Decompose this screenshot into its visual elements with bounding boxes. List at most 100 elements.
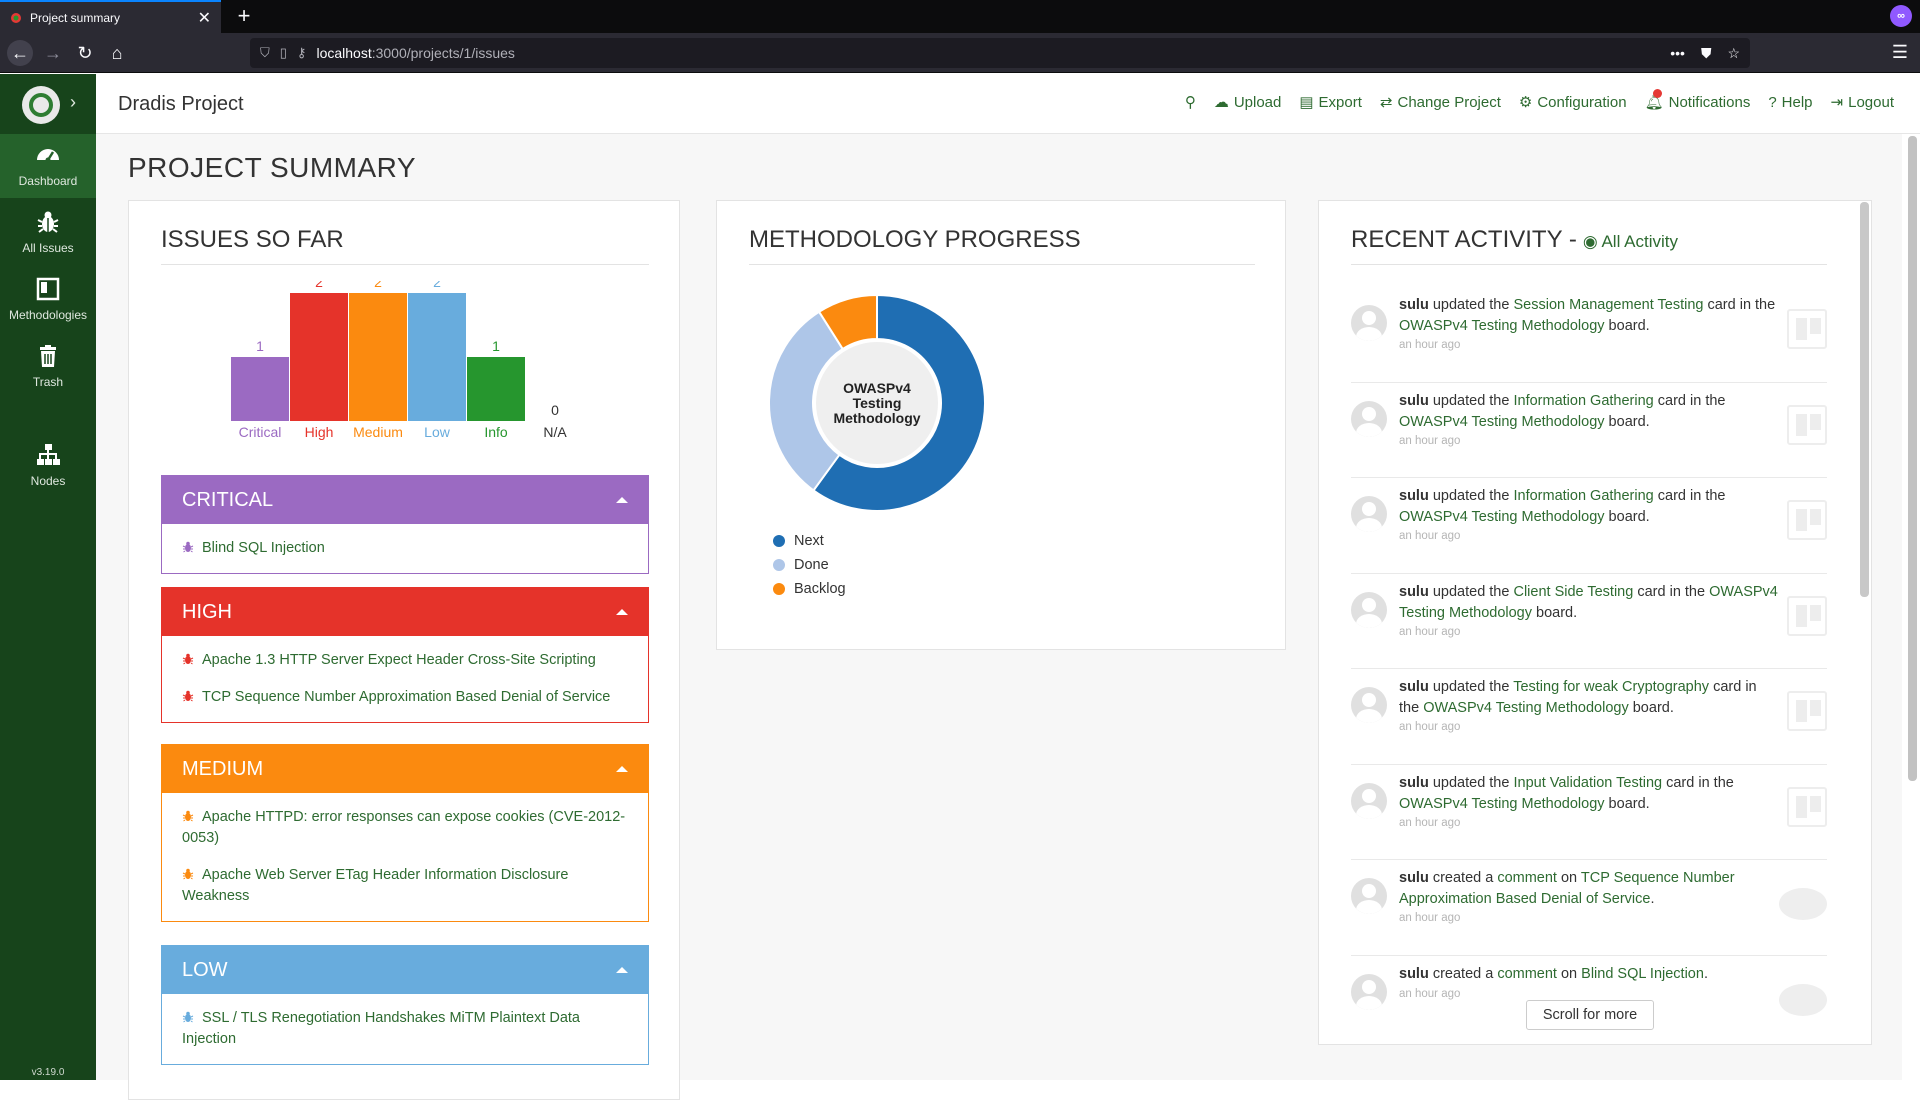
back-button[interactable]: ← [7,40,33,66]
forward-button[interactable]: → [40,40,66,66]
activity-item: sulu updated the Information Gathering c… [1351,383,1827,478]
activity-link[interactable]: OWASPv4 Testing Methodology [1399,414,1605,430]
change-project-link[interactable]: ⇄ Change Project [1380,93,1501,112]
more-actions-icon[interactable]: ••• [1670,45,1685,62]
activity-time: an hour ago [1399,530,1461,542]
sidebar-item-trash[interactable]: Trash [0,335,96,399]
scroll-for-more-button[interactable]: Scroll for more [1526,1000,1654,1030]
sidebar-item-nodes[interactable]: Nodes [0,434,96,498]
activity-link[interactable]: OWASPv4 Testing Methodology [1399,796,1605,812]
high-header[interactable]: HIGH [162,588,648,636]
issue-link[interactable]: Apache 1.3 HTTP Server Expect Header Cro… [182,642,628,679]
project-title: Dradis Project [118,93,244,115]
sidebar-item-all-issues[interactable]: All Issues [0,201,96,265]
help-link[interactable]: ? Help [1768,93,1812,111]
donut-center-label: Testing [853,395,902,411]
chevron-right-icon[interactable]: › [70,92,76,113]
low-header[interactable]: LOW [162,946,648,994]
activity-user: sulu [1399,679,1429,695]
activity-link[interactable]: Blind SQL Injection [1581,966,1704,982]
trash-icon [40,345,56,367]
activity-link[interactable]: OWASPv4 Testing Methodology [1423,700,1629,716]
issue-link[interactable]: Blind SQL Injection [182,530,628,567]
bar-critical[interactable] [231,357,289,421]
activity-link[interactable]: Client Side Testing [1513,584,1633,600]
rss-icon: ◉ [1582,232,1598,251]
issue-link[interactable]: SSL / TLS Renegotiation Handshakes MiTM … [182,1000,628,1058]
activity-link[interactable]: Testing for weak Cryptography [1513,679,1709,695]
activity-scrollbar[interactable] [1860,202,1869,597]
url-bar[interactable]: ⛉ ▯ ⚷ localhost:3000/projects/1/issues •… [250,38,1750,68]
activity-link[interactable]: comment [1497,870,1557,886]
dradis-logo[interactable] [22,86,60,124]
legend-item[interactable]: Next [773,529,846,553]
change-project-label: Change Project [1397,93,1501,111]
activity-link[interactable]: Input Validation Testing [1513,775,1662,791]
extension-icon[interactable]: ∞ [1890,5,1912,27]
activity-text: sulu created a comment on TCP Sequence N… [1399,868,1779,910]
activity-user: sulu [1399,583,1429,600]
avatar [1351,782,1387,819]
caret-up-icon[interactable] [616,766,628,772]
recent-activity-title: RECENT ACTIVITY - ◉ All Activity [1351,226,1827,265]
activity-verb: updated the [1428,774,1514,791]
all-activity-link[interactable]: ◉ All Activity [1583,232,1678,252]
critical-header[interactable]: CRITICAL [162,476,648,524]
reload-button[interactable]: ↻ [72,40,98,66]
medium-header[interactable]: MEDIUM [162,745,648,793]
activity-text: sulu updated the Input Validation Testin… [1399,773,1779,815]
bug-icon [182,810,194,822]
activity-link[interactable]: Information Gathering [1513,393,1653,409]
bug-icon [182,653,194,665]
sidebar-item-label: Nodes [30,474,66,488]
activity-link[interactable]: Session Management Testing [1513,297,1703,313]
issue-title: Apache 1.3 HTTP Server Expect Header Cro… [202,652,596,668]
issue-link[interactable]: TCP Sequence Number Approximation Based … [182,679,628,716]
caret-up-icon[interactable] [616,497,628,503]
question-icon: ? [1768,93,1777,111]
bar-info[interactable] [467,357,525,421]
activity-time: an hour ago [1399,912,1461,924]
issue-link[interactable]: Apache Web Server ETag Header Informatio… [182,857,628,915]
issue-title: TCP Sequence Number Approximation Based … [202,689,611,705]
comment-bubble-icon [1779,888,1827,920]
browser-tab[interactable]: Project summary ✕ [0,0,221,33]
upload-label: Upload [1233,93,1282,111]
issue-link[interactable]: Apache HTTPD: error responses can expose… [182,799,628,857]
caret-up-icon[interactable] [616,609,628,615]
sidebar-item-methodologies[interactable]: Methodologies [0,268,96,332]
activity-suffix: . [1650,891,1655,907]
sidebar-item-dashboard[interactable]: Dashboard [0,134,96,198]
upload-link[interactable]: ☁ Upload [1214,93,1282,112]
legend-item[interactable]: Backlog [773,577,846,601]
avatar [1351,400,1387,437]
caret-up-icon[interactable] [616,967,628,973]
logout-link[interactable]: ⇥ Logout [1831,93,1894,112]
bar-high[interactable] [290,293,348,421]
activity-link[interactable]: OWASPv4 Testing Methodology [1399,318,1605,334]
sidebar-item-label: Dashboard [18,174,78,188]
tab-close-icon[interactable]: ✕ [198,8,211,28]
legend-item[interactable]: Done [773,553,846,577]
activity-link[interactable]: Information Gathering [1513,488,1653,504]
hamburger-menu-icon[interactable]: ☰ [1892,42,1908,63]
notifications-link[interactable]: 🔔︎ Notifications [1645,89,1750,111]
page-scrollbar[interactable] [1908,136,1917,781]
bookmark-star-icon[interactable]: ☆ [1727,45,1740,62]
activity-link[interactable]: comment [1497,966,1557,982]
url-host: localhost [316,45,372,61]
bar-low[interactable] [408,293,466,421]
donut-center-label: OWASPv4 [843,380,911,396]
activity-connector: on [1556,870,1581,886]
bar-value-label: 1 [256,338,264,354]
export-link[interactable]: ▤ Export [1299,93,1362,112]
pocket-icon[interactable]: ⛊ [1701,45,1712,62]
bar-medium[interactable] [349,293,407,421]
help-label: Help [1781,93,1813,111]
search-button[interactable]: ⚲ [1185,93,1196,111]
activity-time: an hour ago [1399,339,1461,351]
activity-link[interactable]: OWASPv4 Testing Methodology [1399,509,1605,525]
new-tab-button[interactable]: + [232,4,256,28]
configuration-link[interactable]: ⚙ Configuration [1519,93,1627,112]
home-button[interactable]: ⌂ [104,40,130,66]
